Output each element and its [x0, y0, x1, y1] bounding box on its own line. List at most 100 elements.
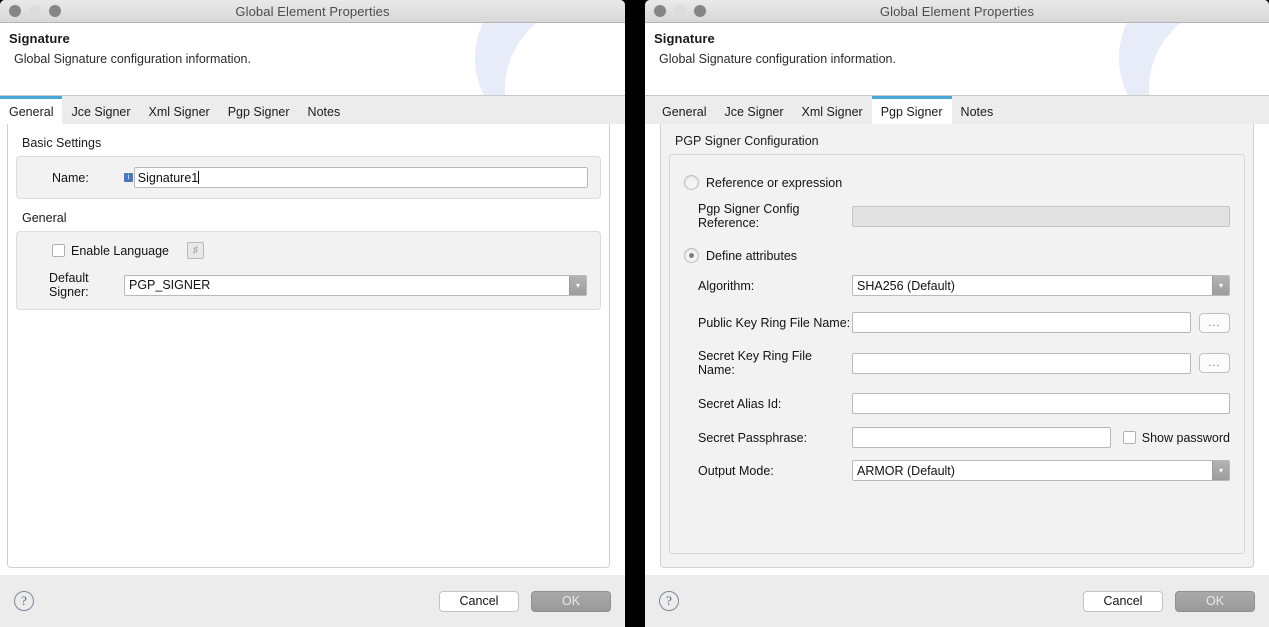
close-button[interactable] — [9, 5, 21, 17]
info-icon: i — [124, 173, 133, 182]
right-traffic-lights — [654, 5, 706, 17]
public-key-browse-button[interactable]: ... — [1199, 313, 1230, 333]
secret-key-label: Secret Key Ring File Name: — [684, 349, 852, 377]
cancel-button[interactable]: Cancel — [439, 591, 519, 612]
default-signer-label: Default Signer: — [29, 271, 124, 299]
enable-language-checkbox[interactable] — [52, 244, 65, 257]
secret-key-input[interactable] — [852, 353, 1191, 374]
close-button[interactable] — [654, 5, 666, 17]
show-password-checkbox[interactable] — [1123, 431, 1136, 444]
help-icon[interactable]: ? — [14, 591, 34, 611]
left-window-titlebar[interactable]: Global Element Properties — [0, 0, 625, 23]
cancel-button[interactable]: Cancel — [1083, 591, 1163, 612]
left-footer: ? Cancel OK — [0, 574, 625, 627]
tab-general[interactable]: General — [0, 96, 62, 124]
public-key-input[interactable] — [852, 312, 1191, 333]
config-reference-label: Pgp Signer Config Reference: — [684, 202, 852, 230]
name-label: Name: — [29, 171, 124, 185]
zoom-button[interactable] — [694, 5, 706, 17]
tab-jce-signer[interactable]: Jce Signer — [62, 96, 139, 124]
enable-language-row: Enable Language ♯ — [29, 242, 588, 259]
right-footer: ? Cancel OK — [645, 574, 1269, 627]
define-attributes-label: Define attributes — [706, 249, 797, 263]
minimize-button[interactable] — [674, 5, 686, 17]
chevron-down-icon[interactable]: ▾ — [569, 276, 586, 295]
output-mode-label: Output Mode: — [684, 464, 852, 478]
left-content-area: Basic Settings Name: i Signature1 Genera… — [0, 124, 625, 574]
general-group-label: General — [22, 211, 601, 225]
algorithm-row: Algorithm: SHA256 (Default) ▾ — [684, 275, 1230, 296]
output-mode-row: Output Mode: ARMOR (Default) ▾ — [684, 460, 1230, 481]
left-traffic-lights — [9, 5, 61, 17]
secret-alias-label: Secret Alias Id: — [684, 397, 852, 411]
secret-passphrase-input[interactable] — [852, 427, 1111, 448]
basic-settings-label: Basic Settings — [22, 136, 601, 150]
left-inner-card: Basic Settings Name: i Signature1 Genera… — [7, 124, 610, 568]
algorithm-value: SHA256 (Default) — [853, 276, 1212, 295]
general-group: Enable Language ♯ Default Signer: PGP_SI… — [16, 231, 601, 310]
name-input-value: Signature1 — [138, 171, 198, 185]
secret-passphrase-row: Secret Passphrase: Show password — [684, 427, 1230, 448]
tab-notes[interactable]: Notes — [299, 96, 350, 124]
name-row: Name: i Signature1 — [29, 167, 588, 188]
right-banner-title: Signature — [654, 31, 1269, 46]
reference-or-expression-label: Reference or expression — [706, 176, 842, 190]
tab-xml-signer[interactable]: Xml Signer — [793, 96, 872, 124]
secret-key-browse-button[interactable]: ... — [1199, 353, 1230, 373]
config-reference-row: Pgp Signer Config Reference: — [684, 202, 1230, 230]
default-signer-select[interactable]: PGP_SIGNER ▾ — [124, 275, 587, 296]
algorithm-label: Algorithm: — [684, 279, 852, 293]
define-attributes-radio[interactable] — [684, 248, 699, 263]
enable-language-label: Enable Language — [71, 244, 169, 258]
tab-notes[interactable]: Notes — [952, 96, 1003, 124]
public-key-row: Public Key Ring File Name: ... — [684, 312, 1230, 333]
right-content-area: PGP Signer Configuration Reference or ex… — [645, 124, 1269, 574]
tab-general[interactable]: General — [653, 96, 715, 124]
right-banner: Signature Global Signature configuration… — [645, 23, 1269, 96]
left-properties-window: Global Element Properties Signature Glob… — [0, 0, 625, 627]
zoom-button[interactable] — [49, 5, 61, 17]
left-banner-title: Signature — [9, 31, 625, 46]
right-banner-subtitle: Global Signature configuration informati… — [654, 52, 1269, 66]
secret-alias-input[interactable] — [852, 393, 1230, 414]
tab-jce-signer[interactable]: Jce Signer — [715, 96, 792, 124]
left-banner-subtitle: Global Signature configuration informati… — [9, 52, 625, 66]
left-footer-buttons: Cancel OK — [439, 591, 611, 612]
pgp-config-label: PGP Signer Configuration — [675, 134, 1245, 148]
tab-pgp-signer[interactable]: Pgp Signer — [219, 96, 299, 124]
right-footer-buttons: Cancel OK — [1083, 591, 1255, 612]
desktop-background: Global Element Properties Signature Glob… — [0, 0, 1269, 627]
chevron-down-icon[interactable]: ▾ — [1212, 461, 1229, 480]
right-properties-window: Global Element Properties Signature Glob… — [645, 0, 1269, 627]
ok-button[interactable]: OK — [531, 591, 611, 612]
chevron-down-icon[interactable]: ▾ — [1212, 276, 1229, 295]
name-input[interactable]: Signature1 — [134, 167, 588, 188]
pgp-config-group: Reference or expression Pgp Signer Confi… — [669, 154, 1245, 554]
right-inner-card: PGP Signer Configuration Reference or ex… — [660, 124, 1254, 568]
minimize-button[interactable] — [29, 5, 41, 17]
right-tabbar: General Jce Signer Xml Signer Pgp Signer… — [645, 96, 1269, 124]
tab-pgp-signer[interactable]: Pgp Signer — [872, 96, 952, 124]
secret-passphrase-label: Secret Passphrase: — [684, 431, 852, 445]
show-password-label: Show password — [1142, 431, 1230, 445]
help-icon[interactable]: ? — [659, 591, 679, 611]
language-glyph-icon[interactable]: ♯ — [187, 242, 204, 259]
ok-button[interactable]: OK — [1175, 591, 1255, 612]
output-mode-select[interactable]: ARMOR (Default) ▾ — [852, 460, 1230, 481]
left-tabbar: General Jce Signer Xml Signer Pgp Signer… — [0, 96, 625, 124]
algorithm-select[interactable]: SHA256 (Default) ▾ — [852, 275, 1230, 296]
text-caret — [198, 171, 199, 184]
right-window-titlebar[interactable]: Global Element Properties — [645, 0, 1269, 23]
define-attributes-radio-row[interactable]: Define attributes — [684, 248, 1230, 263]
default-signer-row: Default Signer: PGP_SIGNER ▾ — [29, 271, 588, 299]
right-window-title: Global Element Properties — [645, 4, 1269, 19]
reference-or-expression-radio[interactable] — [684, 175, 699, 190]
secret-key-row: Secret Key Ring File Name: ... — [684, 349, 1230, 377]
left-banner: Signature Global Signature configuration… — [0, 23, 625, 96]
tab-xml-signer[interactable]: Xml Signer — [140, 96, 219, 124]
basic-settings-group: Name: i Signature1 — [16, 156, 601, 199]
config-reference-input — [852, 206, 1230, 227]
reference-radio-row[interactable]: Reference or expression — [684, 175, 1230, 190]
secret-alias-row: Secret Alias Id: — [684, 393, 1230, 414]
default-signer-value: PGP_SIGNER — [125, 276, 569, 295]
